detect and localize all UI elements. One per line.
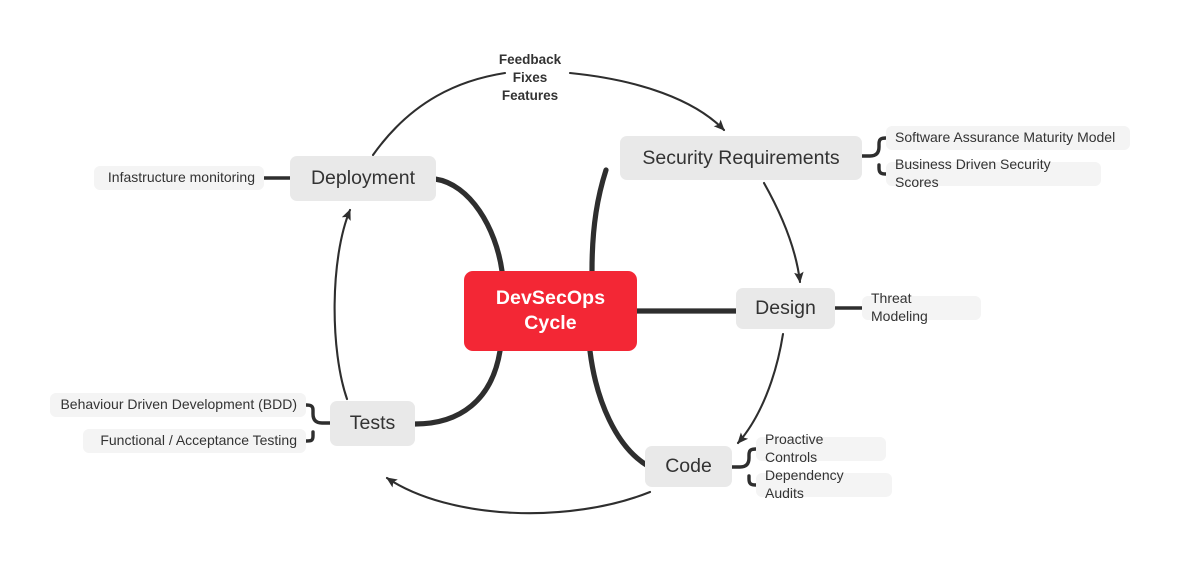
arrow-tests-to-deployment — [333, 208, 352, 401]
leaf-node-proactive-controls[interactable]: Proactive Controls — [756, 431, 886, 465]
branch-node-security-requirements[interactable]: Security Requirements — [620, 136, 862, 180]
edge-label-feedback-fixes-features: Feedback Fixes Features — [498, 52, 562, 104]
leaf-node-functional-acceptance-testing[interactable]: Functional / Acceptance Testing — [83, 429, 306, 453]
link-central-code — [587, 348, 651, 469]
arrow-code-to-tests — [385, 476, 652, 515]
branch-node-tests[interactable]: Tests — [330, 401, 415, 446]
link-central-tests — [412, 348, 503, 427]
branch-node-deployment[interactable]: Deployment — [290, 156, 436, 201]
leaf-node-business-driven-security-scores[interactable]: Business Driven Security Scores — [886, 156, 1101, 190]
branch-node-design[interactable]: Design — [736, 288, 835, 329]
leaf-node-software-assurance-maturity-model[interactable]: Software Assurance Maturity Model — [886, 126, 1130, 150]
leaf-node-behaviour-driven-development[interactable]: Behaviour Driven Development (BDD) — [50, 393, 306, 417]
central-node-devsecops-cycle[interactable]: DevSecOps Cycle — [464, 271, 637, 351]
arrow-design-to-code — [736, 332, 785, 445]
mindmap-canvas: DevSecOps Cycle Security Requirements De… — [0, 0, 1183, 566]
link-central-security-requirements — [589, 167, 609, 274]
connector-tests-leaves — [304, 403, 332, 443]
leaf-node-dependency-audits[interactable]: Dependency Audits — [756, 467, 892, 501]
leaf-node-threat-modeling[interactable]: Threat Modeling — [862, 290, 981, 324]
leaf-node-infastructure-monitoring[interactable]: Infastructure monitoring — [94, 166, 264, 190]
connector-code-leaves — [730, 447, 758, 487]
link-central-deployment — [432, 176, 505, 274]
branch-node-code[interactable]: Code — [645, 446, 732, 487]
connector-security-requirements-leaves — [860, 136, 888, 176]
arrow-security-requirements-to-design — [762, 181, 804, 284]
